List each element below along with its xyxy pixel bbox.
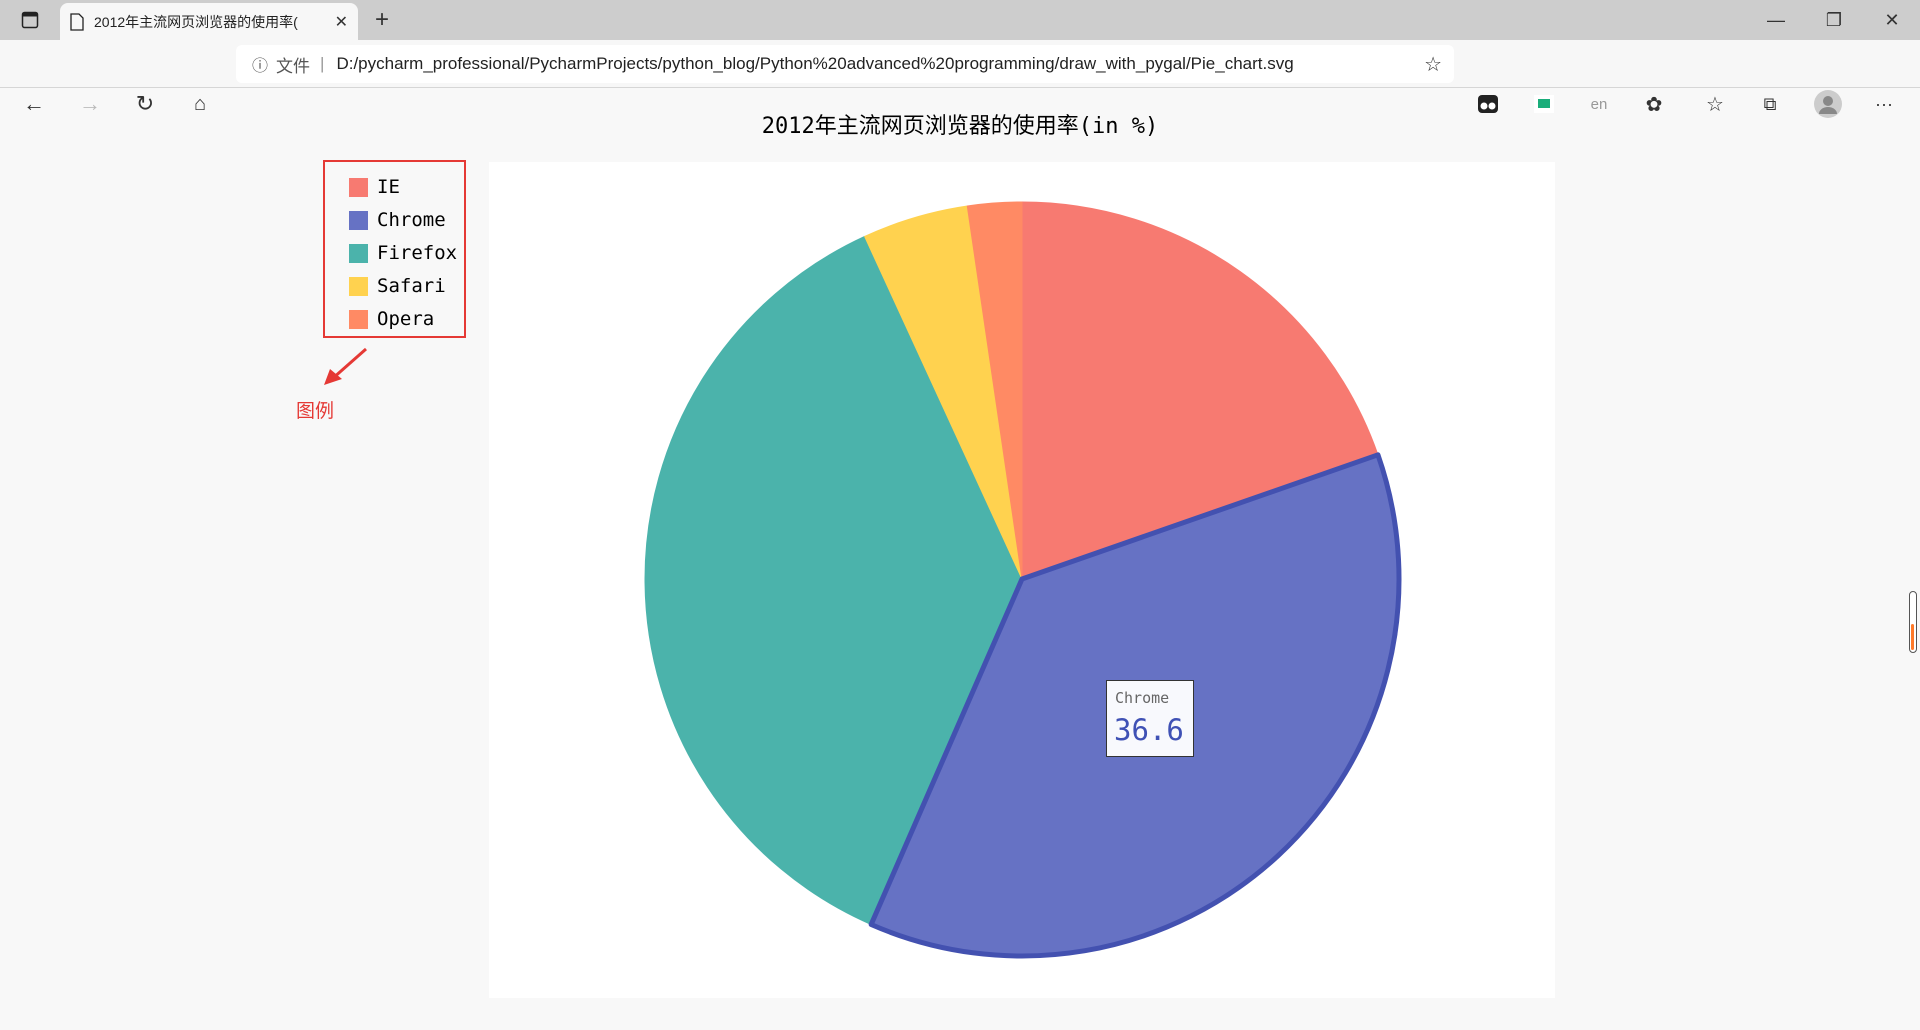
legend: IE Chrome Firefox Safari Opera bbox=[323, 160, 466, 338]
legend-item-ie[interactable]: IE bbox=[349, 176, 400, 198]
legend-label: IE bbox=[377, 176, 400, 198]
tooltip-label: Chrome bbox=[1115, 689, 1169, 707]
legend-swatch bbox=[349, 244, 368, 263]
scrollbar[interactable] bbox=[1909, 591, 1917, 653]
legend-item-firefox[interactable]: Firefox bbox=[349, 242, 457, 264]
legend-item-safari[interactable]: Safari bbox=[349, 275, 446, 297]
legend-swatch bbox=[349, 178, 368, 197]
legend-swatch bbox=[349, 277, 368, 296]
legend-swatch bbox=[349, 211, 368, 230]
legend-item-opera[interactable]: Opera bbox=[349, 308, 434, 330]
pie-chart bbox=[0, 0, 1920, 1030]
legend-annotation: 图例 bbox=[296, 396, 334, 423]
legend-label: Opera bbox=[377, 308, 434, 330]
legend-item-chrome[interactable]: Chrome bbox=[349, 209, 446, 231]
tooltip: Chrome 36.6 bbox=[1106, 680, 1194, 757]
legend-swatch bbox=[349, 310, 368, 329]
legend-label: Firefox bbox=[377, 242, 457, 264]
legend-label: Chrome bbox=[377, 209, 446, 231]
tooltip-value: 36.6 bbox=[1114, 713, 1184, 747]
legend-label: Safari bbox=[377, 275, 446, 297]
annotation-arrow-icon bbox=[320, 345, 370, 390]
